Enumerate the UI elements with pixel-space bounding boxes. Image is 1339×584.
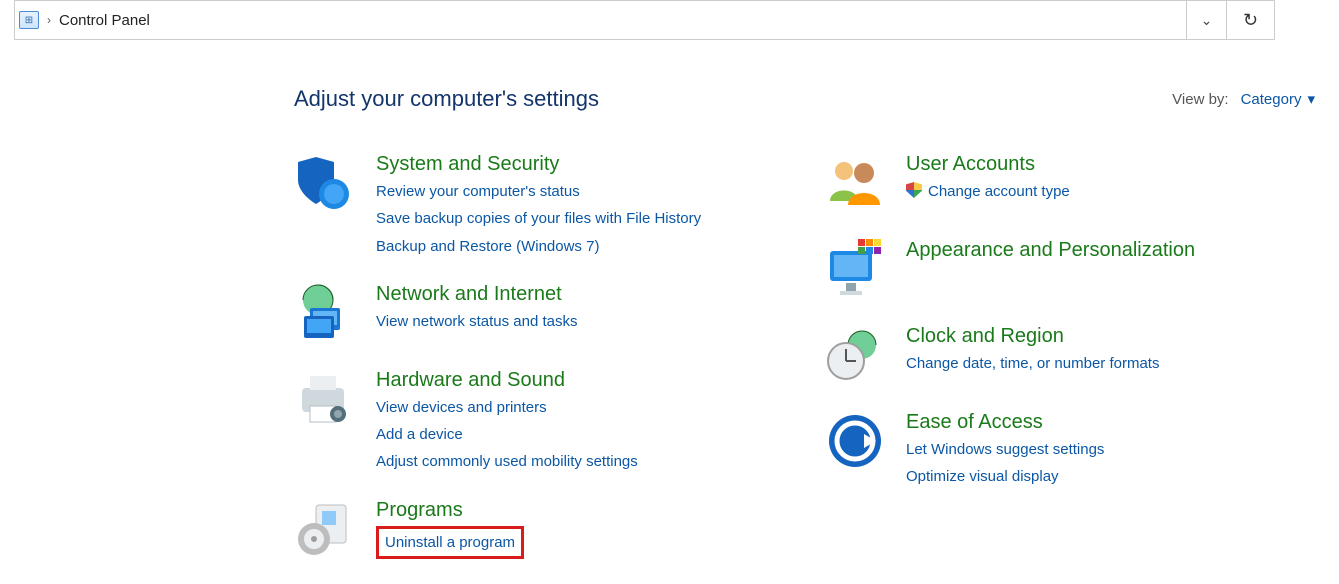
view-by-dropdown[interactable]: Category ▾: [1241, 90, 1315, 108]
view-by-value: Category: [1241, 91, 1302, 108]
users-icon: [824, 152, 886, 214]
view-by-label: View by:: [1172, 91, 1228, 108]
monitor-palette-icon: [824, 238, 886, 300]
category-title-hardware[interactable]: Hardware and Sound: [376, 368, 638, 392]
header-row: Adjust your computer's settings View by:…: [0, 40, 1339, 112]
category-network-internet: Network and Internet View network status…: [294, 282, 784, 344]
category-programs: Programs Uninstall a program: [294, 498, 784, 560]
category-title-appearance[interactable]: Appearance and Personalization: [906, 238, 1195, 262]
category-clock-region: Clock and Region Change date, time, or n…: [824, 324, 1314, 386]
page-title: Adjust your computer's settings: [294, 86, 599, 112]
link-add-device[interactable]: Add a device: [376, 423, 638, 446]
control-panel-icon: ⊞: [19, 11, 39, 29]
address-dropdown-button[interactable]: ⌄: [1187, 0, 1227, 40]
chevron-down-icon: ⌄: [1201, 12, 1213, 29]
refresh-button[interactable]: ↻: [1227, 0, 1275, 40]
category-title-clock[interactable]: Clock and Region: [906, 324, 1159, 348]
globe-network-icon: [294, 282, 356, 344]
link-suggest-settings[interactable]: Let Windows suggest settings: [906, 438, 1104, 461]
clock-globe-icon: [824, 324, 886, 386]
category-title-ease[interactable]: Ease of Access: [906, 410, 1104, 434]
breadcrumb-bar[interactable]: ⊞ › Control Panel: [14, 0, 1187, 40]
highlight-uninstall: Uninstall a program: [376, 526, 524, 559]
category-ease-access: Ease of Access Let Windows suggest setti…: [824, 410, 1314, 489]
link-date-time-formats[interactable]: Change date, time, or number formats: [906, 352, 1159, 375]
category-title-system-security[interactable]: System and Security: [376, 152, 701, 176]
column-left: System and Security Review your computer…: [294, 152, 784, 584]
category-user-accounts: User Accounts Change account type: [824, 152, 1314, 214]
link-change-account-type-text: Change account type: [928, 183, 1070, 200]
link-devices-printers[interactable]: View devices and printers: [376, 396, 638, 419]
category-appearance: Appearance and Personalization: [824, 238, 1314, 300]
printer-icon: [294, 368, 356, 430]
category-title-network[interactable]: Network and Internet: [376, 282, 578, 306]
link-change-account-type[interactable]: Change account type: [906, 180, 1070, 203]
ease-of-access-icon: [824, 410, 886, 472]
category-grid: System and Security Review your computer…: [0, 112, 1339, 584]
caret-down-icon: ▾: [1307, 90, 1315, 108]
programs-icon: [294, 498, 356, 560]
column-right: User Accounts Change account type: [824, 152, 1314, 584]
category-title-user-accounts[interactable]: User Accounts: [906, 152, 1070, 176]
uac-shield-icon: [906, 182, 922, 198]
link-file-history[interactable]: Save backup copies of your files with Fi…: [376, 207, 701, 230]
category-system-security: System and Security Review your computer…: [294, 152, 784, 258]
link-optimize-visual[interactable]: Optimize visual display: [906, 465, 1104, 488]
view-by-control: View by: Category ▾: [1172, 90, 1315, 108]
shield-icon: [294, 152, 356, 214]
link-backup-restore[interactable]: Backup and Restore (Windows 7): [376, 235, 701, 258]
breadcrumb-location[interactable]: Control Panel: [59, 12, 150, 29]
breadcrumb-separator: ›: [47, 13, 51, 27]
link-network-status[interactable]: View network status and tasks: [376, 310, 578, 333]
link-review-status[interactable]: Review your computer's status: [376, 180, 701, 203]
link-uninstall-program[interactable]: Uninstall a program: [385, 534, 515, 551]
category-title-programs[interactable]: Programs: [376, 498, 524, 522]
link-mobility-settings[interactable]: Adjust commonly used mobility settings: [376, 450, 638, 473]
refresh-icon: ↻: [1243, 10, 1258, 31]
category-hardware-sound: Hardware and Sound View devices and prin…: [294, 368, 784, 474]
address-bar: ⊞ › Control Panel ⌄ ↻: [0, 0, 1339, 40]
